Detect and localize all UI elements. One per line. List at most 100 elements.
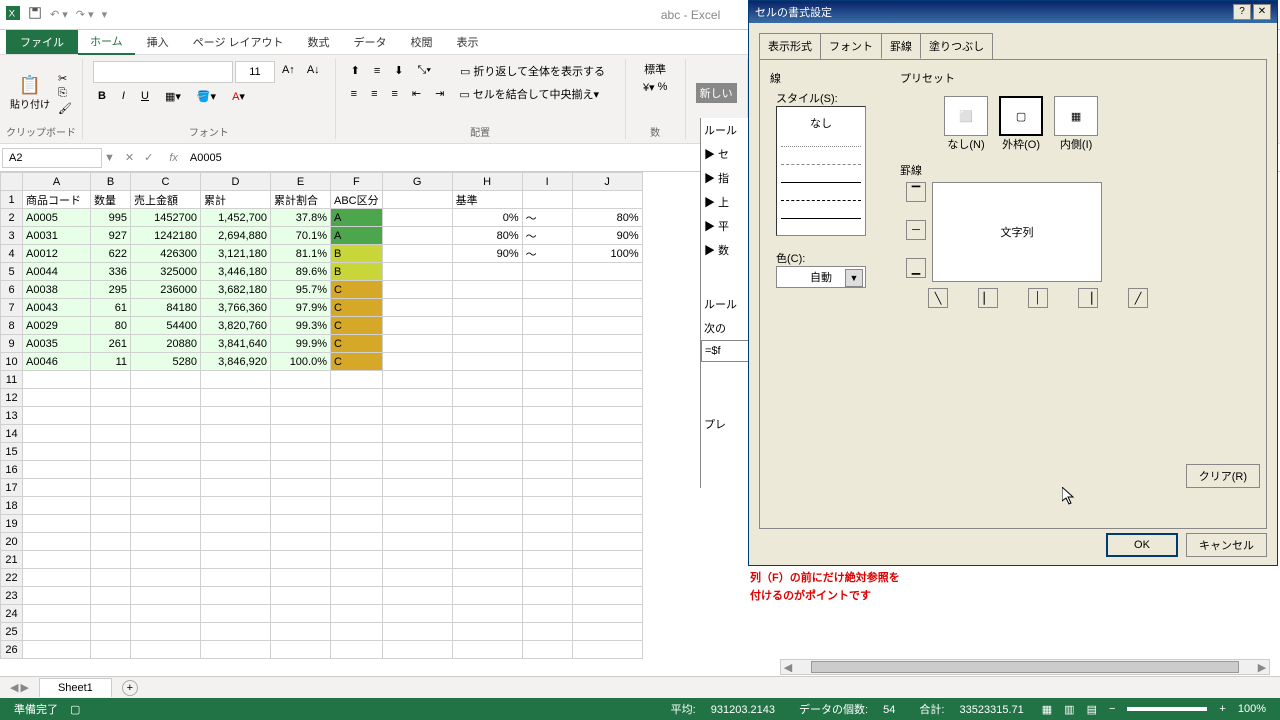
border-style-list[interactable]: なし [776,106,866,236]
cell[interactable] [452,533,522,551]
cell[interactable] [382,551,452,569]
col-header-a[interactable]: A [23,173,91,191]
cell[interactable] [331,425,383,443]
format-painter-icon[interactable]: 🖌 [58,102,72,115]
cell[interactable] [572,551,642,569]
align-bottom-icon[interactable]: ⬇ [389,61,408,80]
cell[interactable] [201,569,271,587]
tab-pagelayout[interactable]: ページ レイアウト [181,30,296,54]
cell[interactable] [91,623,131,641]
cell[interactable]: 80% [572,209,642,227]
cell[interactable] [91,425,131,443]
cell[interactable] [131,569,201,587]
number-format-select[interactable]: 標準 [644,61,666,77]
cell[interactable] [382,443,452,461]
col-header-f[interactable]: F [331,173,383,191]
cell[interactable]: 295 [91,281,131,299]
row-header[interactable]: 13 [1,407,23,425]
cell[interactable] [572,587,642,605]
cell[interactable] [452,569,522,587]
border-diag2-button[interactable]: ╱ [1128,288,1148,308]
cell[interactable] [522,479,572,497]
help-button[interactable]: ? [1233,4,1251,20]
cell[interactable]: 2,694,880 [201,227,271,245]
sheet-nav-prev-icon[interactable]: ◀ [10,681,18,694]
cell[interactable] [131,479,201,497]
border-top-button[interactable]: ▔ [906,182,926,202]
cell[interactable] [572,641,642,659]
cell[interactable] [522,425,572,443]
cell[interactable] [382,317,452,335]
row-header[interactable]: 14 [1,425,23,443]
cell[interactable]: 3,846,920 [201,353,271,371]
cell[interactable] [91,587,131,605]
cell[interactable]: ABC区分 [331,191,383,209]
cell[interactable] [131,407,201,425]
cell[interactable]: A0005 [23,209,91,227]
cell[interactable] [131,605,201,623]
cell[interactable] [271,533,331,551]
cell[interactable] [91,515,131,533]
indent-inc-icon[interactable]: ⇥ [430,84,449,103]
cell[interactable]: C [331,335,383,353]
cell[interactable] [91,479,131,497]
cell[interactable] [452,335,522,353]
style-option[interactable] [781,205,861,219]
cell[interactable]: 90% [572,227,642,245]
cell[interactable] [91,641,131,659]
clear-button[interactable]: クリア(R) [1186,464,1260,488]
row-header[interactable]: 16 [1,461,23,479]
cell[interactable] [271,461,331,479]
cell[interactable] [271,371,331,389]
cell[interactable] [271,479,331,497]
cell[interactable] [91,461,131,479]
cell[interactable] [201,497,271,515]
cell[interactable] [331,461,383,479]
cell[interactable] [131,371,201,389]
style-option[interactable] [781,223,861,236]
cell[interactable] [91,443,131,461]
cell[interactable] [131,515,201,533]
cell[interactable] [131,497,201,515]
fill-color-button[interactable]: 🪣▾ [192,87,221,106]
cell[interactable] [572,407,642,425]
cell[interactable] [131,641,201,659]
cell[interactable]: A0012 [23,245,91,263]
cell[interactable] [131,461,201,479]
tab-home[interactable]: ホーム [78,29,135,55]
zoom-in-icon[interactable]: + [1219,703,1225,715]
cell[interactable] [271,425,331,443]
cell[interactable] [271,587,331,605]
cancel-button[interactable]: キャンセル [1186,533,1267,557]
cell[interactable] [522,641,572,659]
cell[interactable]: 89.6% [271,263,331,281]
cell[interactable] [382,533,452,551]
cell[interactable] [23,533,91,551]
cell[interactable] [382,425,452,443]
cell[interactable] [201,425,271,443]
zoom-level[interactable]: 100% [1238,703,1266,715]
cell[interactable] [522,497,572,515]
cell[interactable] [382,209,452,227]
cell[interactable] [382,281,452,299]
macro-record-icon[interactable]: ▢ [70,703,80,716]
cell[interactable]: 累計 [201,191,271,209]
cell[interactable] [522,191,572,209]
cell[interactable] [452,353,522,371]
cell[interactable] [382,407,452,425]
col-header-h[interactable]: H [452,173,522,191]
add-sheet-button[interactable]: + [122,680,138,696]
cell[interactable]: 54400 [131,317,201,335]
dlg-tab-number[interactable]: 表示形式 [759,33,821,59]
cell[interactable] [382,497,452,515]
cell[interactable] [382,335,452,353]
cell[interactable]: 1,452,700 [201,209,271,227]
view-normal-icon[interactable]: ▦ [1042,703,1052,716]
tab-formulas[interactable]: 数式 [296,30,342,54]
cell[interactable]: 3,766,360 [201,299,271,317]
cell[interactable] [382,263,452,281]
undo-icon[interactable]: ↶ ▾ [50,8,68,21]
col-header-i[interactable]: I [522,173,572,191]
name-box[interactable] [2,148,102,168]
cell[interactable]: 61 [91,299,131,317]
